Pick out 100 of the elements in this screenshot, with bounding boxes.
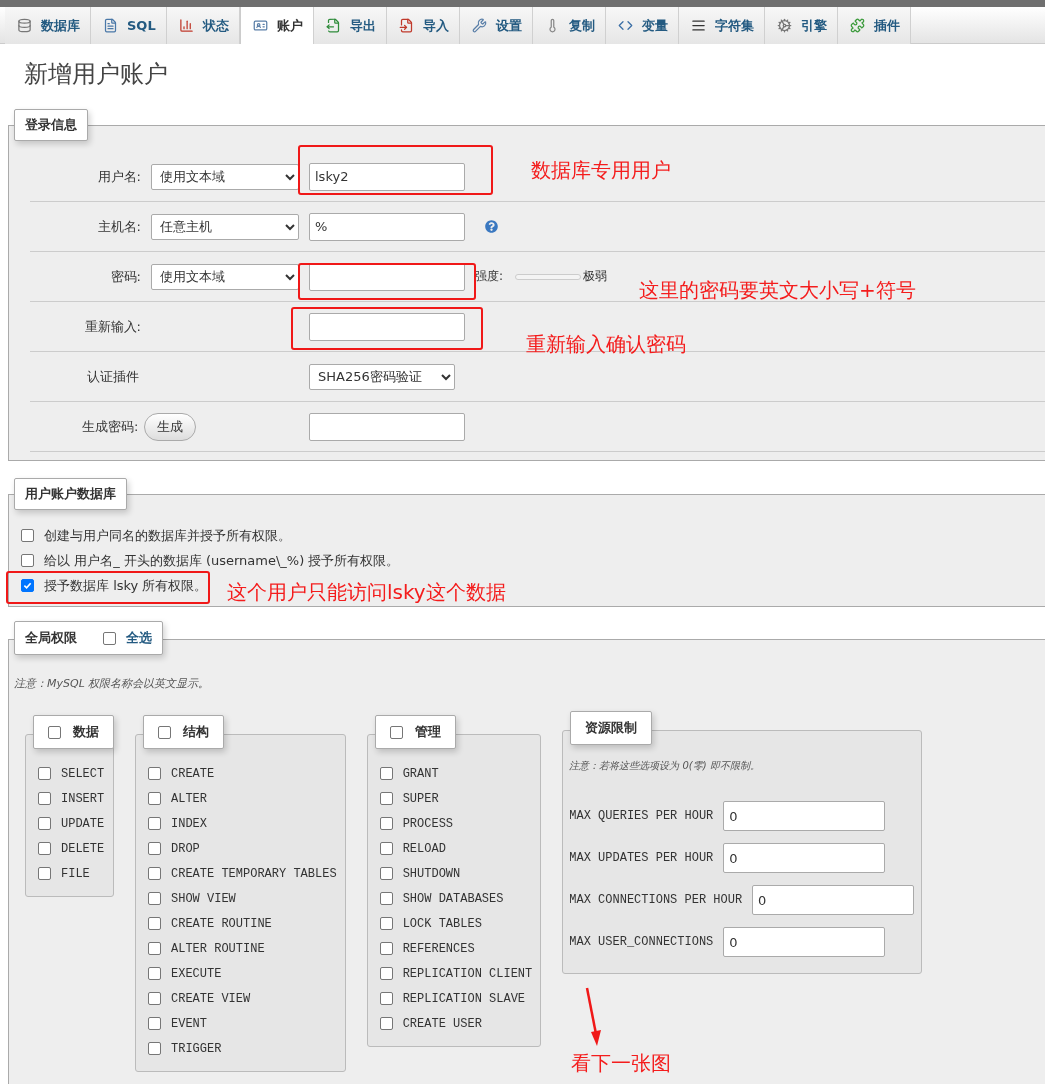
- nav-tab[interactable]: 插件: [837, 7, 911, 44]
- field-label: 用户名:: [97, 167, 141, 186]
- field-label: 密码:: [110, 267, 141, 286]
- option-label: 给以 用户名_ 开头的数据库 (username\_%) 授予所有权限。: [44, 551, 400, 570]
- dropdown[interactable]: 任意主机: [151, 213, 299, 240]
- annotation-text: 重新输入确认密码: [526, 331, 686, 358]
- nav-tab[interactable]: 导入: [386, 7, 460, 44]
- privilege-label: CREATE ROUTINE: [171, 916, 272, 931]
- checkbox[interactable]: [379, 867, 393, 880]
- checkbox[interactable]: [148, 817, 161, 830]
- nav-tab[interactable]: 账户: [239, 7, 314, 44]
- group-title: 管理: [414, 723, 441, 741]
- privilege-label: SHOW DATABASES: [402, 891, 504, 906]
- checkbox[interactable]: [148, 1017, 161, 1030]
- code-icon: [617, 18, 633, 33]
- checkbox[interactable]: [38, 792, 51, 805]
- dropdown[interactable]: 使用文本域: [151, 163, 299, 190]
- checkbox[interactable]: [21, 529, 34, 542]
- section-legend: 用户账户数据库: [14, 478, 127, 510]
- privilege-label: TRIGGER: [171, 1041, 222, 1056]
- nav-tab[interactable]: 变量: [605, 7, 679, 44]
- privilege-label: SELECT: [61, 766, 105, 781]
- privilege-label: REPLICATION CLIENT: [402, 966, 533, 981]
- field-label: 重新输入:: [84, 317, 141, 336]
- checkbox[interactable]: [379, 967, 393, 980]
- bar-chart-icon: [178, 18, 194, 33]
- checkbox[interactable]: [379, 842, 393, 855]
- checkbox[interactable]: [103, 631, 116, 645]
- checkbox[interactable]: [379, 792, 393, 805]
- strength-text: 极弱: [583, 268, 608, 285]
- privilege-label: EVENT: [171, 1016, 207, 1031]
- checkbox[interactable]: [148, 892, 161, 905]
- privilege-label: LOCK TABLES: [402, 916, 482, 931]
- group-legend: 资源限制: [570, 711, 653, 745]
- checkbox[interactable]: [379, 767, 393, 780]
- dropdown[interactable]: 使用文本域: [151, 263, 299, 290]
- checkbox[interactable]: [48, 725, 61, 739]
- text-field[interactable]: [309, 312, 465, 341]
- text-field[interactable]: %: [309, 212, 465, 241]
- privilege-label: RELOAD: [402, 841, 446, 856]
- nav-tab[interactable]: 字符集: [678, 7, 765, 44]
- select-all-link[interactable]: 全选: [126, 629, 152, 647]
- text-field[interactable]: 0: [723, 801, 886, 831]
- checkbox[interactable]: [148, 942, 161, 955]
- text-field[interactable]: lsky2: [309, 162, 465, 191]
- group-title: 数据: [73, 723, 99, 741]
- checkbox[interactable]: [158, 725, 171, 739]
- checkbox[interactable]: [389, 725, 403, 739]
- checkbox[interactable]: [21, 579, 34, 592]
- field-label: 生成密码:: [82, 417, 139, 436]
- checkbox[interactable]: [379, 917, 393, 930]
- nav-tab[interactable]: 引擎: [764, 7, 838, 44]
- checkbox[interactable]: [148, 992, 161, 1005]
- dropdown[interactable]: SHA256密码验证: [309, 363, 455, 390]
- checkbox[interactable]: [379, 992, 393, 1005]
- nav-tab[interactable]: 数据库: [5, 7, 91, 44]
- checkbox[interactable]: [38, 767, 51, 780]
- privilege-label: INSERT: [61, 791, 105, 806]
- checkbox[interactable]: [148, 917, 161, 930]
- privilege-label: CREATE TEMPORARY TABLES: [171, 866, 337, 881]
- checkbox[interactable]: [38, 817, 51, 830]
- checkbox[interactable]: [148, 967, 161, 980]
- text-field[interactable]: 0: [723, 927, 886, 957]
- help-icon[interactable]: [485, 220, 498, 233]
- limit-label: MAX CONNECTIONS PER HOUR: [569, 893, 743, 907]
- privilege-label: DROP: [171, 841, 200, 856]
- field-label: 主机名:: [97, 217, 141, 236]
- nav-tab[interactable]: SQL: [91, 7, 167, 44]
- limit-label: MAX QUERIES PER HOUR: [569, 809, 714, 823]
- privilege-label: CREATE USER: [402, 1016, 482, 1031]
- nav-tab[interactable]: 复制: [532, 7, 606, 44]
- checkbox[interactable]: [379, 817, 393, 830]
- text-field[interactable]: 0: [723, 843, 886, 873]
- checkbox[interactable]: [21, 554, 34, 567]
- privilege-label: SHOW VIEW: [171, 891, 236, 906]
- annotation-text: 看下一张图: [571, 1050, 671, 1077]
- text-field[interactable]: [309, 262, 465, 291]
- nav-tab[interactable]: 导出: [313, 7, 387, 44]
- checkbox[interactable]: [38, 842, 51, 855]
- checkbox[interactable]: [148, 767, 161, 780]
- nav-tab[interactable]: 设置: [459, 7, 533, 44]
- checkbox[interactable]: [379, 1017, 393, 1030]
- checkbox[interactable]: [379, 942, 393, 955]
- nav-tab[interactable]: 状态: [166, 7, 240, 44]
- text-field[interactable]: 0: [752, 885, 915, 915]
- note-text: 注意：若将这些选项设为 0(零) 即不限制。: [568, 759, 761, 773]
- puzzle-icon: [849, 18, 865, 33]
- privilege-label: CREATE: [171, 766, 215, 781]
- checkbox[interactable]: [148, 1042, 161, 1055]
- checkbox[interactable]: [148, 842, 161, 855]
- section-legend: 登录信息: [14, 109, 88, 141]
- checkbox[interactable]: [148, 792, 161, 805]
- checkbox[interactable]: [38, 867, 51, 880]
- annotation-text: 数据库专用用户: [531, 157, 671, 184]
- privilege-label: FILE: [61, 866, 90, 881]
- wrench-icon: [471, 18, 487, 33]
- text-field[interactable]: [309, 412, 465, 441]
- checkbox[interactable]: [148, 867, 161, 880]
- generate-button[interactable]: 生成: [144, 412, 197, 441]
- checkbox[interactable]: [379, 892, 393, 905]
